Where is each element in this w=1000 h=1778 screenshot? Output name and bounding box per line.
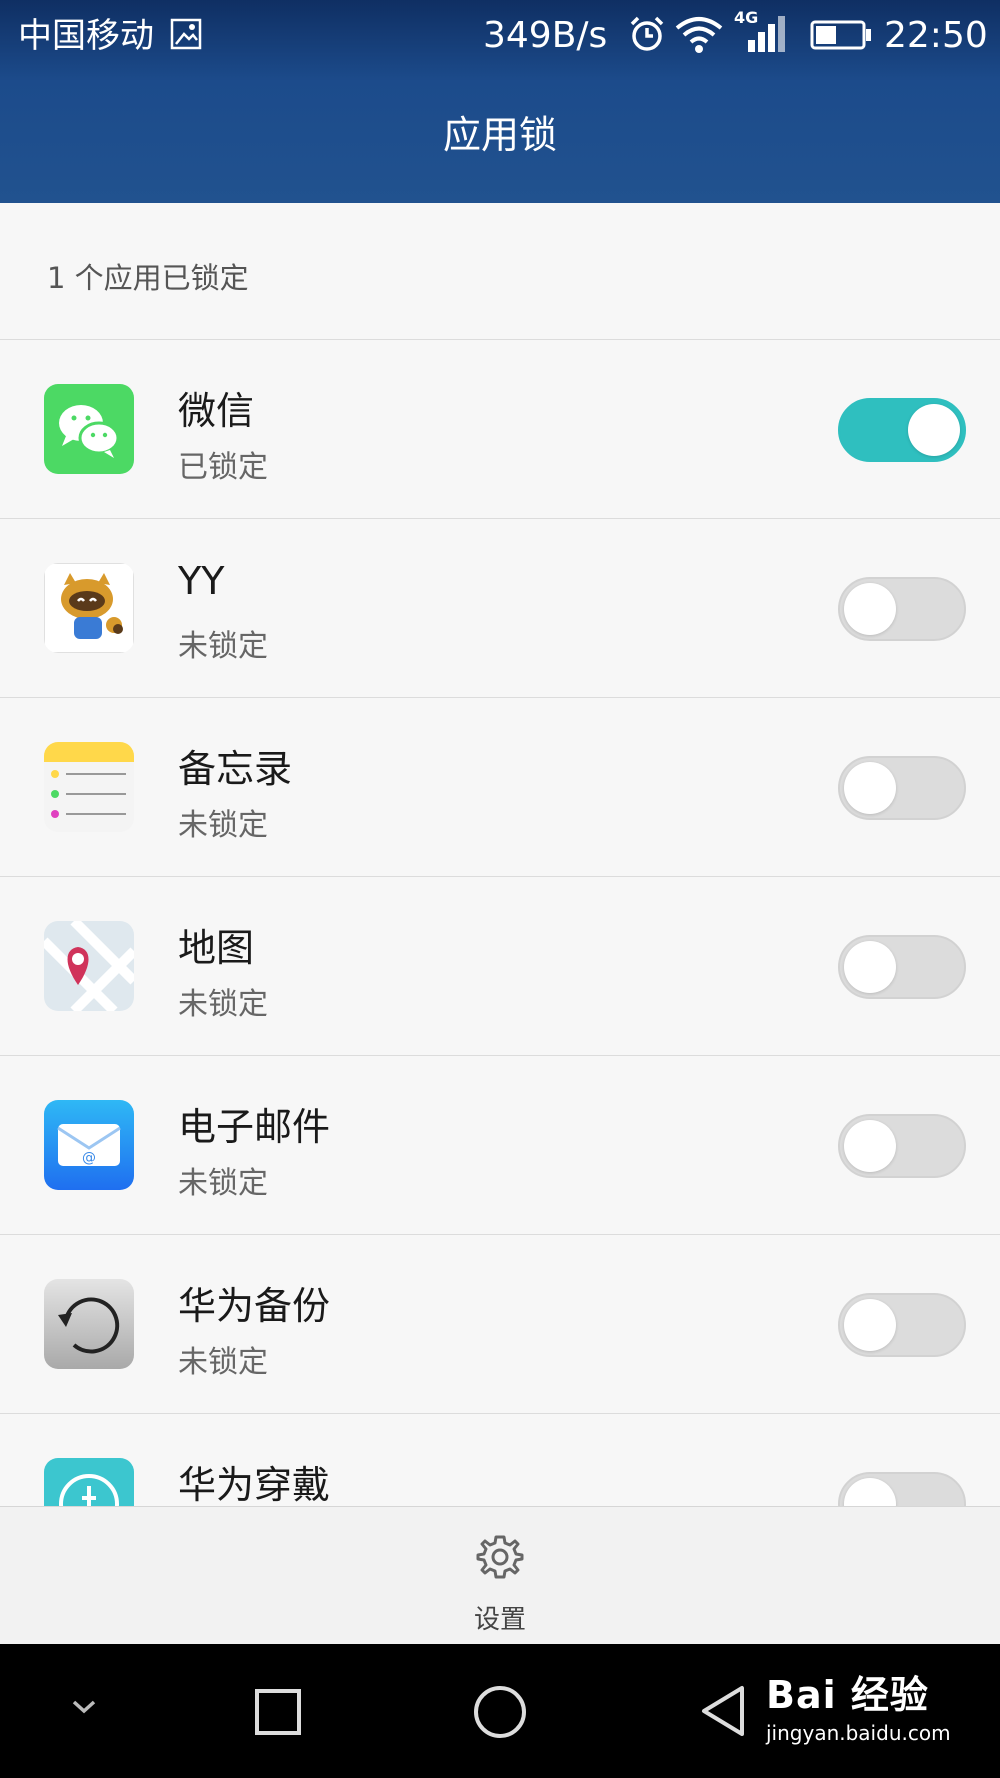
list-item[interactable]: 地图 未锁定	[0, 877, 1000, 1056]
settings-button[interactable]: 设置	[0, 1599, 1000, 1636]
app-name: 备忘录	[178, 747, 293, 791]
app-name: 微信	[178, 389, 255, 433]
lock-toggle[interactable]	[838, 1472, 966, 1506]
toggle-knob	[844, 1299, 896, 1351]
lock-toggle[interactable]	[838, 398, 966, 462]
alarm-icon	[630, 16, 664, 51]
status-bar: 中国移动 349B/s 4G 22:50	[0, 0, 1000, 72]
list-item[interactable]: 备忘录 未锁定	[0, 698, 1000, 877]
signal-icon	[748, 16, 785, 52]
toggle-knob	[844, 762, 896, 814]
watermark-main: Bai 经验	[766, 1673, 929, 1717]
lock-toggle[interactable]	[838, 935, 966, 999]
bottom-toolbar: 设置	[0, 1506, 1000, 1645]
app-lock-status: 未锁定	[178, 1345, 268, 1380]
toggle-knob	[844, 1120, 896, 1172]
carrier-label: 中国移动	[18, 16, 154, 56]
clock: 22:50	[884, 15, 988, 56]
yy-icon	[44, 563, 134, 653]
list-item[interactable]: @ 电子邮件 未锁定	[0, 1056, 1000, 1235]
gear-icon[interactable]	[476, 1533, 524, 1581]
lock-toggle[interactable]	[838, 1293, 966, 1357]
toggle-knob	[908, 404, 960, 456]
lock-toggle[interactable]	[838, 756, 966, 820]
page-title: 应用锁	[442, 113, 557, 157]
header: 中国移动 349B/s 4G 22:50 应用锁	[0, 0, 1000, 203]
home-icon[interactable]	[472, 1684, 528, 1740]
battery-icon	[810, 20, 871, 50]
toggle-knob	[844, 583, 896, 635]
app-lock-status: 未锁定	[178, 1166, 268, 1201]
list-item[interactable]: 微信 已锁定	[0, 340, 1000, 519]
back-icon[interactable]	[700, 1684, 748, 1738]
chevron-down-icon[interactable]	[68, 1694, 100, 1718]
map-icon	[44, 921, 134, 1011]
wechat-icon	[44, 384, 134, 474]
toggle-knob	[844, 1478, 896, 1506]
lock-toggle[interactable]	[838, 1114, 966, 1178]
list-item[interactable]: YY 未锁定	[0, 519, 1000, 698]
svg-text:@: @	[82, 1150, 96, 1166]
locked-summary: 1 个应用已锁定	[0, 203, 1000, 340]
wear-icon	[44, 1458, 134, 1506]
recent-apps-icon[interactable]	[254, 1688, 302, 1736]
app-name: 地图	[178, 926, 255, 970]
system-nav-bar: Bai 经验 jingyan.baidu.com	[0, 1644, 1000, 1778]
app-lock-status: 未锁定	[178, 808, 268, 843]
notes-icon	[44, 742, 134, 832]
app-name: 华为备份	[178, 1284, 331, 1328]
wifi-icon	[675, 17, 723, 53]
net-speed: 349B/s	[483, 15, 608, 56]
baidu-watermark: Bai 经验 jingyan.baidu.com	[766, 1664, 951, 1745]
app-lock-status: 未锁定	[178, 987, 268, 1022]
watermark-sub: jingyan.baidu.com	[766, 1721, 951, 1745]
app-name: YY	[178, 559, 225, 603]
app-list[interactable]: 微信 已锁定 YY 未锁定 备忘录 未锁定 地图 未锁定 @ 电子邮件 未锁定 …	[0, 340, 1000, 1506]
email-icon: @	[44, 1100, 134, 1190]
app-lock-status: 未锁定	[178, 629, 268, 664]
app-name: 电子邮件	[178, 1105, 331, 1149]
toggle-knob	[844, 941, 896, 993]
backup-icon	[44, 1279, 134, 1369]
summary-text: 1 个应用已锁定	[47, 261, 249, 295]
app-lock-status: 已锁定	[178, 450, 268, 485]
image-notification-icon	[170, 18, 202, 50]
list-item[interactable]: 华为备份 未锁定	[0, 1235, 1000, 1414]
app-name: 华为穿戴	[178, 1463, 331, 1506]
lock-toggle[interactable]	[838, 577, 966, 641]
list-item[interactable]: 华为穿戴	[0, 1414, 1000, 1506]
